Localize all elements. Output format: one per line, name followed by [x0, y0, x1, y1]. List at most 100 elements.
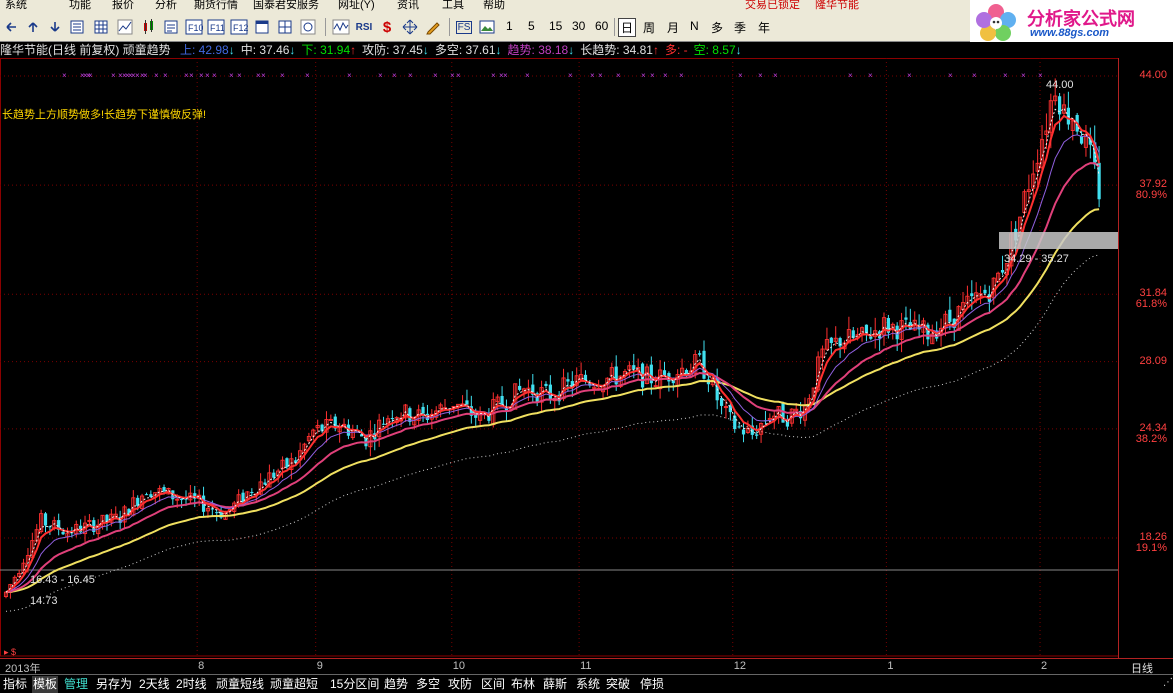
menu-news[interactable]: 资讯 [397, 0, 419, 11]
arrow-left-icon[interactable] [1, 17, 21, 37]
tab-5[interactable]: 2时线 [175, 676, 208, 693]
menu-system[interactable]: 系统 [5, 0, 27, 11]
period-30[interactable]: 30 [572, 19, 585, 33]
menu-quote[interactable]: 报价 [112, 0, 134, 11]
fs-icon[interactable]: FS [454, 17, 474, 37]
signal-marker: × [868, 71, 873, 80]
table-icon[interactable] [91, 17, 111, 37]
attack-defense-line [5, 114, 1101, 594]
tab-16[interactable]: 突破 [605, 676, 631, 693]
cycle-multi[interactable]: 多 [711, 19, 723, 36]
tab-2[interactable]: 管理 [63, 676, 89, 693]
period-5[interactable]: 5 [528, 19, 535, 33]
time-label: 12 [733, 660, 746, 672]
cycle-year[interactable]: 年 [758, 19, 770, 36]
f12-icon[interactable]: F12 [229, 17, 249, 37]
move-icon[interactable] [400, 17, 420, 37]
svg-text:F10: F10 [188, 23, 203, 33]
period-1[interactable]: 1 [506, 19, 513, 33]
tab-13[interactable]: 布林 [510, 676, 536, 693]
cycle-month[interactable]: 月 [667, 19, 679, 36]
rights-marker: ▸ $ [4, 647, 17, 657]
price-tick: 44.00 [1139, 69, 1167, 81]
candle-body [381, 423, 386, 425]
cycle-quarter[interactable]: 季 [734, 19, 746, 36]
signal-marker: × [907, 71, 912, 80]
tab-4[interactable]: 2天线 [138, 676, 171, 693]
signal-marker: × [189, 71, 194, 80]
signal-marker: × [758, 71, 763, 80]
menu-url[interactable]: 网址(Y) [338, 0, 375, 11]
indicator-item: 空: 8.57 [693, 43, 736, 57]
menu-analysis[interactable]: 分析 [155, 0, 177, 11]
signal-marker: × [392, 71, 397, 80]
tab-1[interactable]: 模板 [32, 676, 59, 693]
indicator-item: 多: - [664, 43, 688, 57]
tab-17[interactable]: 停损 [639, 676, 665, 693]
refresh-icon[interactable] [298, 17, 318, 37]
grid-icon[interactable] [275, 17, 295, 37]
tab-14[interactable]: 薛斯 [542, 676, 568, 693]
time-label: 11 [580, 660, 592, 672]
tab-9[interactable]: 趋势 [383, 676, 409, 693]
tab-3[interactable]: 另存为 [95, 676, 133, 693]
menu-tools[interactable]: 工具 [442, 0, 464, 11]
signal-marker: × [503, 71, 508, 80]
line-chart-icon[interactable] [115, 17, 135, 37]
cycle-week[interactable]: 周 [643, 19, 655, 36]
signal-marker: × [347, 71, 352, 80]
tab-8[interactable]: 15分区间 [329, 676, 380, 693]
signal-marker: × [408, 71, 413, 80]
kline-icon[interactable] [139, 17, 159, 37]
f10-icon[interactable]: F10 [184, 17, 204, 37]
tab-10[interactable]: 多空 [415, 676, 441, 693]
arrow-down-icon: ↓ [568, 43, 575, 57]
menu-futures[interactable]: 期货行情 [194, 0, 238, 11]
candle-body [390, 418, 394, 420]
tab-12[interactable]: 区间 [480, 676, 506, 693]
tab-0[interactable]: 指标 [2, 676, 28, 693]
resize-grip-icon[interactable]: ⋰ [1163, 677, 1173, 688]
time-label: 10 [452, 660, 466, 672]
price-chart[interactable]: × ×××× × × ×××× × ×× × × × × × × × × × × × × × × × × × × × × × × × × × ×… [0, 58, 1173, 658]
signal-marker: × [1021, 71, 1026, 80]
menu-function[interactable]: 功能 [69, 0, 91, 11]
price-annotation: 34.29 - 35.27 [1004, 253, 1069, 265]
window-icon[interactable] [252, 17, 272, 37]
signal-marker: × [491, 71, 496, 80]
tab-11[interactable]: 攻防 [447, 676, 473, 693]
cycle-day[interactable]: 日 [618, 18, 637, 37]
signal-marker: × [143, 71, 148, 80]
list-icon[interactable] [161, 17, 181, 37]
candle-body [983, 289, 987, 294]
signal-marker: × [1003, 71, 1008, 80]
arrow-up-icon[interactable] [23, 17, 43, 37]
cycle-n[interactable]: N [690, 19, 699, 33]
quote-list-icon[interactable] [67, 17, 87, 37]
candle-body [829, 337, 833, 343]
menu-gtja[interactable]: 国泰君安服务 [253, 0, 319, 11]
arrow-down-icon[interactable] [45, 17, 65, 37]
signal-marker: × [568, 71, 573, 80]
tab-7[interactable]: 顽童超短 [269, 676, 319, 693]
logo-url[interactable]: www.88gs.com [1030, 27, 1109, 39]
indicator-wave-icon[interactable] [331, 17, 351, 37]
signal-marker: × [88, 71, 93, 80]
fib-percent: 19.1% [1135, 542, 1167, 554]
tab-15[interactable]: 系统 [575, 676, 601, 693]
dollar-icon[interactable]: $ [377, 17, 397, 37]
candle-body [500, 395, 504, 406]
indicator-item: 中: 37.46 [240, 43, 290, 57]
time-label: 8 [198, 660, 205, 672]
period-15[interactable]: 15 [549, 19, 562, 33]
menu-help[interactable]: 帮助 [483, 0, 505, 11]
time-label: 1 [887, 660, 894, 672]
indicator-item: 上: 42.98 [180, 43, 229, 57]
f11-icon[interactable]: F11 [206, 17, 226, 37]
period-60[interactable]: 60 [595, 19, 608, 33]
tab-6[interactable]: 顽童短线 [215, 676, 265, 693]
pencil-icon[interactable] [423, 17, 443, 37]
picture-icon[interactable] [477, 17, 497, 37]
rsi-icon[interactable]: RSI [354, 17, 374, 37]
signal-marker: × [738, 71, 743, 80]
